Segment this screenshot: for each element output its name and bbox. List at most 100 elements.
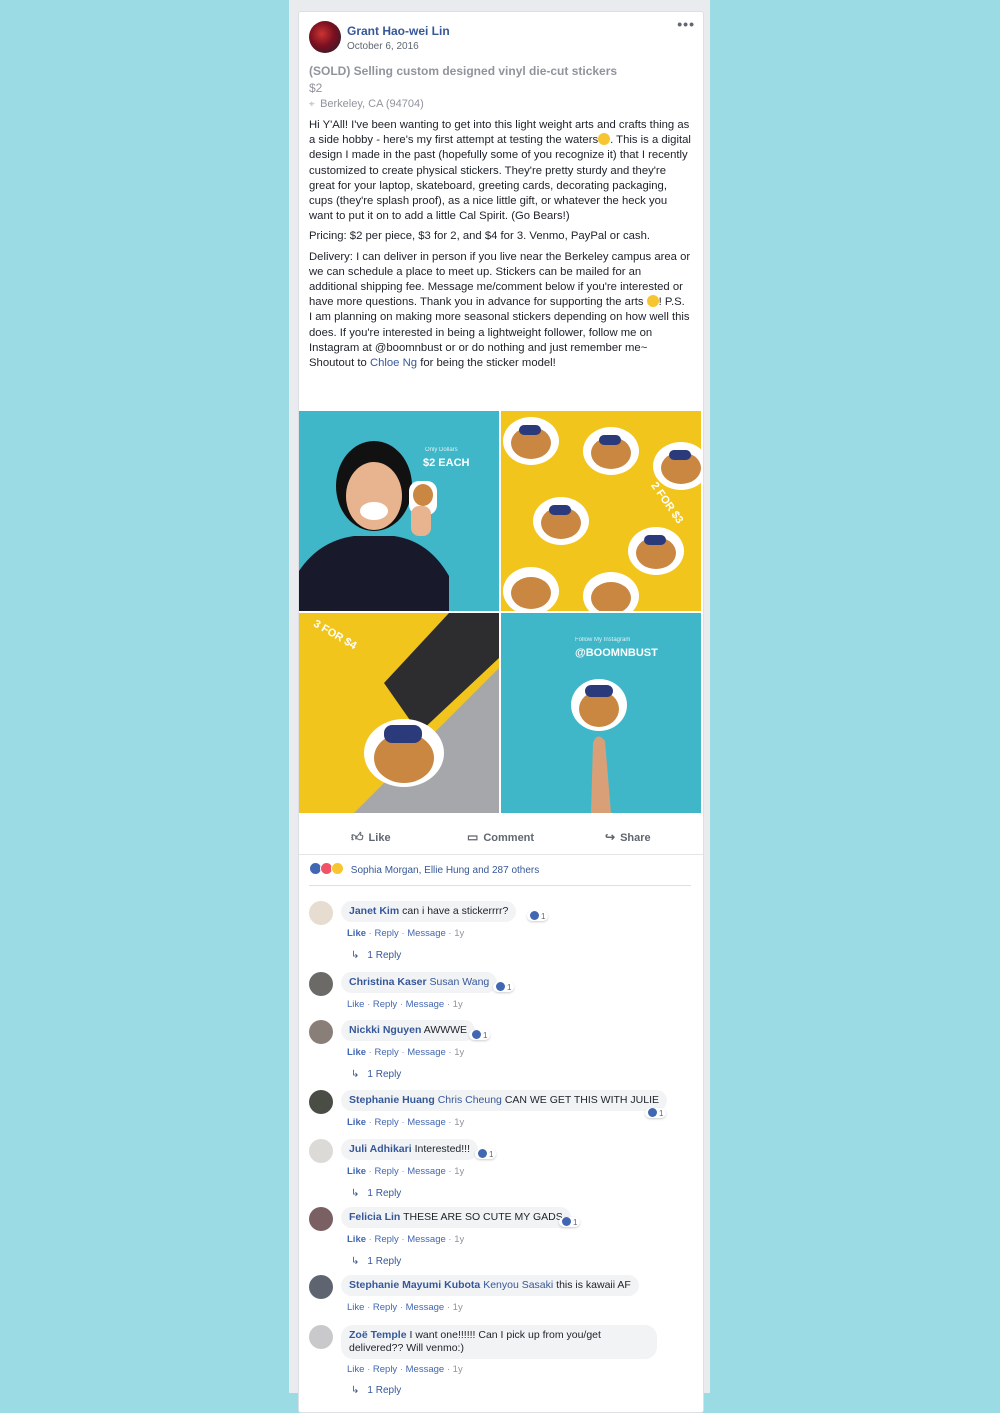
commenter-name[interactable]: Nickki Nguyen <box>349 1024 421 1036</box>
comment-like-count[interactable]: 1 <box>493 982 515 992</box>
like-count: 1 <box>659 1109 664 1118</box>
comment-message-link[interactable]: Message <box>407 1047 446 1058</box>
comment-bubble: Felicia Lin THESE ARE SO CUTE MY GADS <box>341 1207 571 1228</box>
comment-like-link[interactable]: Like <box>347 1234 366 1245</box>
comment-age[interactable]: 1y <box>453 1302 463 1313</box>
comment-actions: Like · Reply · Message · 1y <box>347 999 463 1010</box>
like-button[interactable]: 👍︎ Like <box>351 830 391 845</box>
ellipsis-icon[interactable]: ••• <box>677 16 695 32</box>
body-paragraph-1: Hi Y'All! I've been wanting to get into … <box>309 118 691 224</box>
comment-like-count[interactable]: 1 <box>645 1108 667 1118</box>
author-avatar[interactable] <box>309 21 341 53</box>
separator: · <box>399 1364 403 1375</box>
comment-reply-link[interactable]: Reply <box>374 1047 398 1058</box>
comment-reply-link[interactable]: Reply <box>373 1364 397 1375</box>
photo-model-holding-sticker[interactable]: Only Dollars $2 EACH <box>299 411 499 611</box>
comment-reply-link[interactable]: Reply <box>374 1234 398 1245</box>
avatar[interactable] <box>309 972 333 996</box>
tagged-person-link[interactable]: Chloe Ng <box>370 357 417 369</box>
listing-location: ⌖ Berkeley, CA (94704) <box>309 98 424 110</box>
comment-age[interactable]: 1y <box>454 1234 464 1245</box>
listing-title: (SOLD) Selling custom designed vinyl die… <box>309 64 618 78</box>
comment-age[interactable]: 1y <box>454 928 464 939</box>
comment-like-link[interactable]: Like <box>347 1047 366 1058</box>
comment-message-link[interactable]: Message <box>406 999 445 1010</box>
comment-like-link[interactable]: Like <box>347 1302 364 1313</box>
comment-like-count[interactable]: 1 <box>475 1149 497 1159</box>
comment-age[interactable]: 1y <box>454 1117 464 1128</box>
avatar[interactable] <box>309 901 333 925</box>
like-reaction-icon <box>648 1108 657 1117</box>
photo-sticker-on-finger[interactable]: Follow My Instagram @BOOMNBUST <box>501 613 701 813</box>
avatar[interactable] <box>309 1275 333 1299</box>
separator: · <box>446 1364 451 1375</box>
commenter-name[interactable]: Janet Kim <box>349 905 399 917</box>
comment-reply-link[interactable]: Reply <box>374 1166 398 1177</box>
separator: · <box>401 1117 405 1128</box>
comment-message-link[interactable]: Message <box>407 1166 446 1177</box>
hand-illustration <box>571 679 627 813</box>
post-date[interactable]: October 6, 2016 <box>347 41 419 52</box>
comment-message-link[interactable]: Message <box>407 1234 446 1245</box>
avatar[interactable] <box>309 1020 333 1044</box>
avatar[interactable] <box>309 1207 333 1231</box>
comment-reply-link[interactable]: Reply <box>374 928 398 939</box>
view-replies-link[interactable]: ↳ 1 Reply <box>351 950 401 961</box>
author-name[interactable]: Grant Hao-wei Lin <box>347 24 450 38</box>
avatar[interactable] <box>309 1325 333 1349</box>
comment-like-link[interactable]: Like <box>347 928 366 939</box>
comment-age[interactable]: 1y <box>453 999 463 1010</box>
comment-message-link[interactable]: Message <box>407 1117 446 1128</box>
comment-like-link[interactable]: Like <box>347 1117 366 1128</box>
reply-count: 1 Reply <box>367 1069 402 1080</box>
avatar[interactable] <box>309 1090 333 1114</box>
comment-text: CAN WE GET THIS WITH JULIE <box>504 1094 660 1106</box>
comment-age[interactable]: 1y <box>454 1166 464 1177</box>
comment-like-link[interactable]: Like <box>347 1166 366 1177</box>
comment-text: this is kawaii AF <box>556 1279 631 1291</box>
view-replies-link[interactable]: ↳ 1 Reply <box>351 1188 401 1199</box>
like-count: 1 <box>483 1031 488 1040</box>
comment-like-link[interactable]: Like <box>347 999 364 1010</box>
like-reaction-icon <box>472 1030 481 1039</box>
commenter-name[interactable]: Felicia Lin <box>349 1211 400 1223</box>
commenter-name[interactable]: Christina Kaser <box>349 976 427 988</box>
photo-sticker-pile[interactable]: 2 FOR $3 <box>501 411 701 611</box>
view-replies-link[interactable]: ↳ 1 Reply <box>351 1069 401 1080</box>
separator: · <box>368 1047 372 1058</box>
photo-sticker-on-laptop[interactable]: 3 FOR $4 <box>299 613 499 813</box>
commenter-name[interactable]: Stephanie Mayumi Kubota <box>349 1279 480 1291</box>
separator: · <box>399 1302 403 1313</box>
like-count: 1 <box>489 1150 494 1159</box>
commenter-name[interactable]: Stephanie Huang <box>349 1094 435 1106</box>
commenter-name[interactable]: Juli Adhikari <box>349 1143 412 1155</box>
tagged-person-link[interactable]: Chris Cheung <box>438 1094 502 1106</box>
comment-reply-link[interactable]: Reply <box>374 1117 398 1128</box>
comment-like-count[interactable]: 1 <box>469 1030 491 1040</box>
comment-like-count[interactable]: 1 <box>559 1217 581 1227</box>
comment-message-link[interactable]: Message <box>407 928 446 939</box>
separator: · <box>401 1234 405 1245</box>
comment-message-link[interactable]: Message <box>406 1302 445 1313</box>
comment-bubble: Stephanie Huang Chris Cheung CAN WE GET … <box>341 1090 668 1111</box>
post-action-bar: 👍︎ Like ▭ Comment ↪ Share <box>299 824 703 855</box>
comment-like-count[interactable]: 1 <box>527 911 549 921</box>
tagged-person-link[interactable]: Susan Wang <box>430 976 490 988</box>
comment-reply-link[interactable]: Reply <box>373 1302 397 1313</box>
comment-button[interactable]: ▭ Comment <box>467 830 534 844</box>
comment-like-link[interactable]: Like <box>347 1364 364 1375</box>
view-replies-link[interactable]: ↳ 1 Reply <box>351 1256 401 1267</box>
share-button[interactable]: ↪ Share <box>605 830 651 844</box>
tagged-person-link[interactable]: Kenyou Sasaki <box>483 1279 553 1291</box>
reaction-summary[interactable]: Sophia Morgan, Ellie Hung and 287 others <box>309 862 539 876</box>
view-replies-link[interactable]: ↳ 1 Reply <box>351 1385 401 1396</box>
listing-price: $2 <box>309 81 323 95</box>
comment-actions: Like · Reply · Message · 1y <box>347 1166 464 1177</box>
commenter-name[interactable]: Zoë Temple <box>349 1329 407 1341</box>
comment-age[interactable]: 1y <box>453 1364 463 1375</box>
comment-age[interactable]: 1y <box>454 1047 464 1058</box>
comment-reply-link[interactable]: Reply <box>373 999 397 1010</box>
avatar[interactable] <box>309 1139 333 1163</box>
comment-message-link[interactable]: Message <box>406 1364 445 1375</box>
comment-text: Interested!!! <box>414 1143 471 1155</box>
